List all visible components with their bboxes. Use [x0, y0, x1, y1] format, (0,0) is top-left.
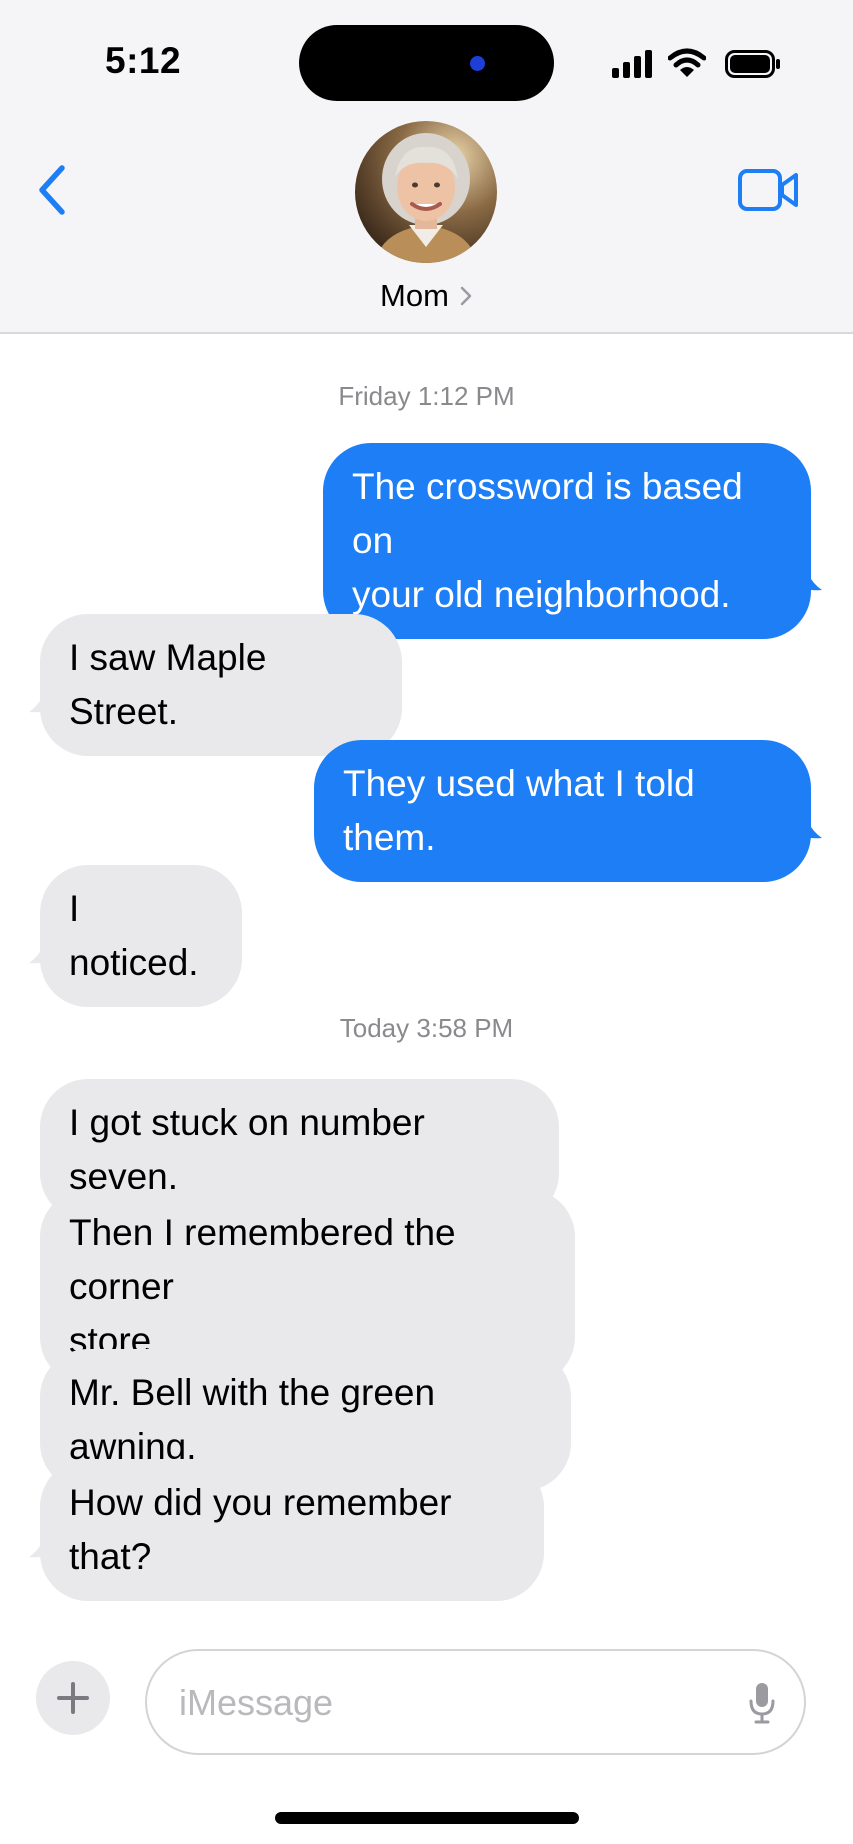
status-time: 5:12 — [105, 40, 182, 81]
wifi-icon — [668, 48, 706, 77]
camera-indicator-dot — [470, 56, 485, 71]
apps-plus-button[interactable] — [36, 1661, 110, 1735]
timestamp-time: 3:58 PM — [416, 1013, 514, 1043]
received-message-bubble[interactable]: How did you remember that? — [40, 1459, 544, 1601]
back-button[interactable] — [32, 160, 72, 220]
received-bubble-tail — [29, 1519, 65, 1558]
message-line: your old neighborhood. — [352, 574, 731, 615]
message-line: The crossword is based on — [352, 466, 743, 561]
home-indicator[interactable] — [275, 1812, 579, 1824]
cellular-signal-icon — [612, 50, 652, 78]
battery-icon — [725, 50, 780, 78]
microphone-icon[interactable] — [747, 1681, 777, 1725]
received-bubble-tail — [29, 674, 65, 713]
received-message-bubble[interactable]: I saw Maple Street. — [40, 614, 402, 756]
contact-details-link[interactable]: Mom — [0, 276, 853, 316]
timestamp-time: 1:12 PM — [417, 381, 515, 411]
received-bubble-tail — [29, 925, 65, 964]
sent-message-bubble[interactable]: The crossword is based on your old neigh… — [323, 443, 811, 639]
message-line: They used what I told them. — [343, 763, 695, 858]
message-line: I saw Maple Street. — [69, 637, 267, 732]
message-line: I got stuck on number seven. — [69, 1102, 425, 1197]
avatar-photo — [355, 121, 497, 263]
video-camera-icon — [738, 169, 798, 211]
dynamic-island — [299, 25, 554, 101]
message-input-container — [145, 1649, 806, 1755]
message-input[interactable] — [179, 1673, 719, 1733]
message-line: I noticed. — [69, 888, 199, 983]
contact-avatar[interactable] — [355, 121, 497, 263]
conversation-header: 5:12 Mom — [0, 0, 853, 334]
timestamp-day: Today — [339, 1013, 410, 1043]
sent-message-bubble[interactable]: They used what I told them. — [314, 740, 811, 882]
message-line: Then I remembered the corner — [69, 1212, 456, 1307]
plus-icon — [57, 1682, 89, 1714]
timestamp-day: Friday — [338, 381, 411, 411]
contact-name: Mom — [380, 278, 449, 313]
message-line: How did you remember that? — [69, 1482, 452, 1577]
messages-screen: 5:12 Mom Friday 1:12 PM The crossword is… — [0, 0, 853, 1844]
facetime-video-button[interactable] — [738, 168, 800, 212]
chevron-right-icon — [460, 286, 472, 306]
sent-bubble-tail — [786, 552, 822, 591]
received-message-bubble[interactable]: I noticed. — [40, 865, 242, 1007]
timestamp-divider: Friday 1:12 PM — [0, 381, 853, 412]
chevron-left-icon — [39, 165, 65, 215]
timestamp-divider: Today 3:58 PM — [0, 1013, 853, 1044]
message-line: Mr. Bell with the green awning. — [69, 1372, 436, 1467]
sent-bubble-tail — [786, 800, 822, 839]
